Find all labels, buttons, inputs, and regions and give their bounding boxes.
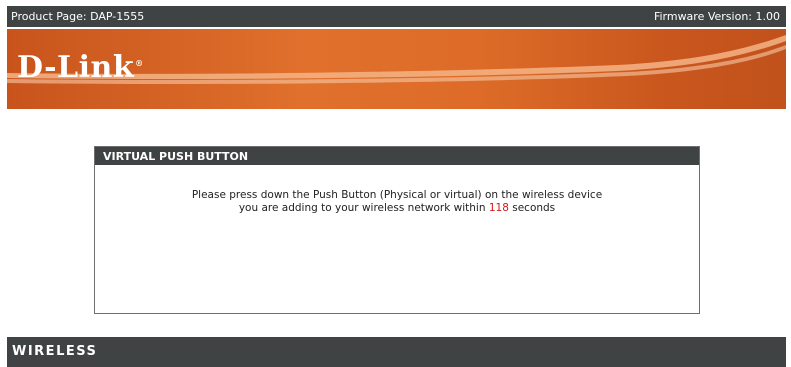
dlink-logo: D-Link®: [17, 46, 144, 85]
instruction-line-2: you are adding to your wireless network …: [95, 202, 699, 215]
registered-mark: ®: [135, 58, 144, 68]
dlink-logo-text: D-Link: [17, 50, 135, 85]
page: Product Page: DAP-1555 Firmware Version:…: [0, 0, 791, 367]
instruction-line-2-before: you are adding to your wireless network …: [238, 202, 486, 214]
wireless-brand-label: WIRELESS: [12, 344, 98, 359]
instruction-line-2-after: seconds: [512, 202, 556, 214]
virtual-push-button-panel: VIRTUAL PUSH BUTTON Please press down th…: [94, 146, 700, 314]
instruction-line-1: Please press down the Push Button (Physi…: [191, 189, 603, 201]
instruction-message: Please press down the Push Button (Physi…: [95, 189, 699, 215]
panel-title: VIRTUAL PUSH BUTTON: [95, 147, 699, 165]
header-banner: D-Link®: [7, 29, 786, 109]
product-page-label: Product Page: DAP-1555: [11, 10, 145, 23]
top-bar: Product Page: DAP-1555 Firmware Version:…: [7, 6, 786, 27]
footer-bar: WIRELESS: [7, 337, 786, 367]
firmware-version-label: Firmware Version: 1.00: [653, 10, 780, 23]
countdown-seconds: 118: [488, 202, 509, 214]
